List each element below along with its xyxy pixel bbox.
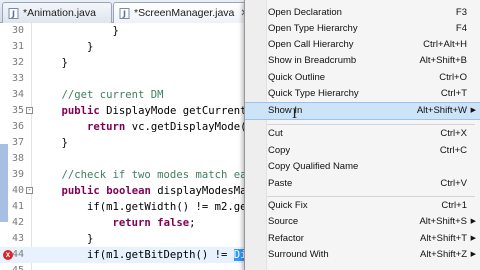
code-text: } [36, 137, 68, 149]
menu-item-show-in[interactable]: Show In Alt+Shift+W ▶ [245, 102, 480, 120]
menu-item-shortcut: Ctrl+C [439, 145, 467, 156]
menu-item-label: Show In [268, 105, 303, 116]
menu-item-label: Open Call Hierarchy [268, 39, 354, 50]
line-number: 31 [11, 41, 24, 52]
menu-item-label: Open Declaration [268, 7, 342, 18]
editor-context-menu: Open Declaration F3 Open Type Hierarchy … [244, 0, 480, 270]
line-number: 42 [11, 217, 24, 228]
menu-item-quick-fix[interactable]: Quick Fix Ctrl+1 [245, 198, 480, 214]
line-number: 35 [11, 105, 24, 116]
menu-item-show-in-breadcrumb[interactable]: Show in Breadcrumb Alt+Shift+B [245, 53, 480, 69]
menu-item-label: Quick Type Hierarchy [268, 88, 359, 99]
submenu-arrow-icon: ▶ [470, 107, 476, 114]
menu-item-paste[interactable]: Paste Ctrl+V [245, 176, 480, 192]
menu-item-label: Paste [268, 178, 293, 189]
line-number: 30 [11, 25, 24, 36]
menu-item-open-declaration[interactable]: Open Declaration F3 [245, 5, 480, 21]
menu-item-shortcut: Ctrl+1 [441, 200, 467, 211]
code-text: } [36, 57, 68, 69]
submenu-arrow-icon: ▶ [470, 218, 476, 225]
menu-item-shortcut: Ctrl+Alt+H [423, 39, 467, 50]
tab-animation-java[interactable]: J *Animation.java [2, 2, 112, 23]
menu-item-label: Show in Breadcrumb [268, 55, 357, 66]
code-text: } [36, 41, 94, 53]
svg-text:J: J [122, 9, 126, 18]
menu-item-source[interactable]: Source Alt+Shift+S ▶ [245, 214, 480, 230]
menu-separator [267, 124, 475, 125]
code-text: return vc.getDisplayMode(); [87, 121, 260, 133]
text-cursor-icon: I [292, 107, 298, 122]
code-text: if(m1.getWidth() != m2.getW [36, 201, 260, 213]
menu-item-label: Cut [268, 128, 283, 139]
code-text: if(m1.getBitDepth() != Disp [36, 247, 260, 263]
menu-item-cut[interactable]: Cut Ctrl+X [245, 126, 480, 142]
menu-item-shortcut: Alt+Shift+Z [420, 249, 467, 260]
menu-item-shortcut: F3 [455, 7, 467, 18]
code-text: } [36, 25, 119, 37]
code-text: return false; [112, 217, 196, 229]
code-comment: //check if two modes match each [36, 169, 260, 181]
submenu-arrow-icon: ▶ [470, 251, 476, 258]
menu-item-quick-type-hierarchy[interactable]: Quick Type Hierarchy Ctrl+T [245, 86, 480, 102]
code-comment: //get current DM [36, 89, 164, 101]
code-text: } [36, 233, 94, 245]
menu-item-shortcut: Ctrl+O [439, 72, 467, 83]
menu-item-surround-with[interactable]: Surround With Alt+Shift+Z ▶ [245, 247, 480, 263]
tab-label: *ScreenManager.java [134, 7, 235, 19]
java-keyword: return [87, 121, 126, 133]
menu-item-shortcut: F4 [455, 23, 467, 34]
java-file-icon: J [8, 7, 19, 19]
menu-item-shortcut: Alt+Shift+S [419, 216, 467, 227]
menu-item-label: Surround With [268, 249, 329, 260]
java-keyword: return [112, 217, 151, 229]
code-text: public DisplayMode getCurrentDi [61, 105, 260, 117]
menu-item-shortcut: Ctrl+X [440, 128, 467, 139]
menu-item-copy[interactable]: Copy Ctrl+C [245, 143, 480, 159]
code-text-prefix: if(m1.getBitDepth() != [36, 249, 234, 261]
menu-item-shortcut: Alt+Shift+B [419, 55, 467, 66]
menu-item-open-type-hierarchy[interactable]: Open Type Hierarchy F4 [245, 21, 480, 37]
menu-item-copy-qualified-name[interactable]: Copy Qualified Name [245, 159, 480, 175]
line-number: 33 [11, 73, 24, 84]
java-keyword: public [61, 105, 100, 117]
menu-item-label: Copy [268, 145, 291, 156]
menu-item-label: Refactor [268, 233, 304, 244]
menu-item-label: Quick Outline [268, 72, 326, 83]
menu-item-refactor[interactable]: Refactor Alt+Shift+T ▶ [245, 231, 480, 247]
menu-item-shortcut: Alt+Shift+W [416, 105, 467, 116]
fold-collapse-icon[interactable]: - [26, 107, 33, 114]
line-number: 44 [11, 249, 24, 260]
line-number: 40 [11, 185, 24, 196]
line-number: 38 [11, 153, 24, 164]
menu-item-quick-outline[interactable]: Quick Outline Ctrl+O [245, 70, 480, 86]
line-number: 41 [11, 201, 24, 212]
line-number: 39 [11, 169, 24, 180]
fold-collapse-icon[interactable]: - [26, 187, 33, 194]
menu-item-shortcut: Ctrl+V [440, 178, 467, 189]
java-keyword: boolean [106, 185, 151, 197]
line-number: 45 [2, 263, 24, 270]
submenu-arrow-icon: ▶ [470, 235, 476, 242]
line-number: 43 [11, 233, 24, 244]
line-number: 37 [11, 137, 24, 148]
code-text: public boolean displayModesMatc [61, 185, 260, 197]
menu-item-shortcut: Ctrl+T [440, 88, 467, 99]
menu-item-label: Copy Qualified Name [268, 161, 359, 172]
menu-item-shortcut: Alt+Shift+T [420, 233, 467, 244]
java-keyword: false [157, 217, 190, 229]
line-number: 32 [11, 57, 24, 68]
menu-item-label: Open Type Hierarchy [268, 23, 358, 34]
menu-separator [267, 196, 475, 197]
java-file-icon: J [119, 7, 130, 19]
tab-label: *Animation.java [23, 7, 96, 19]
tab-screenmanager-java[interactable]: J *ScreenManager.java ✕ [113, 2, 253, 23]
svg-text:J: J [11, 9, 15, 18]
menu-item-label: Quick Fix [268, 200, 308, 211]
line-number: 36 [11, 121, 24, 132]
java-keyword: public [61, 185, 100, 197]
menu-item-label: Source [268, 216, 299, 227]
menu-item-open-call-hierarchy[interactable]: Open Call Hierarchy Ctrl+Alt+H [245, 37, 480, 53]
line-number: 34 [11, 89, 24, 100]
